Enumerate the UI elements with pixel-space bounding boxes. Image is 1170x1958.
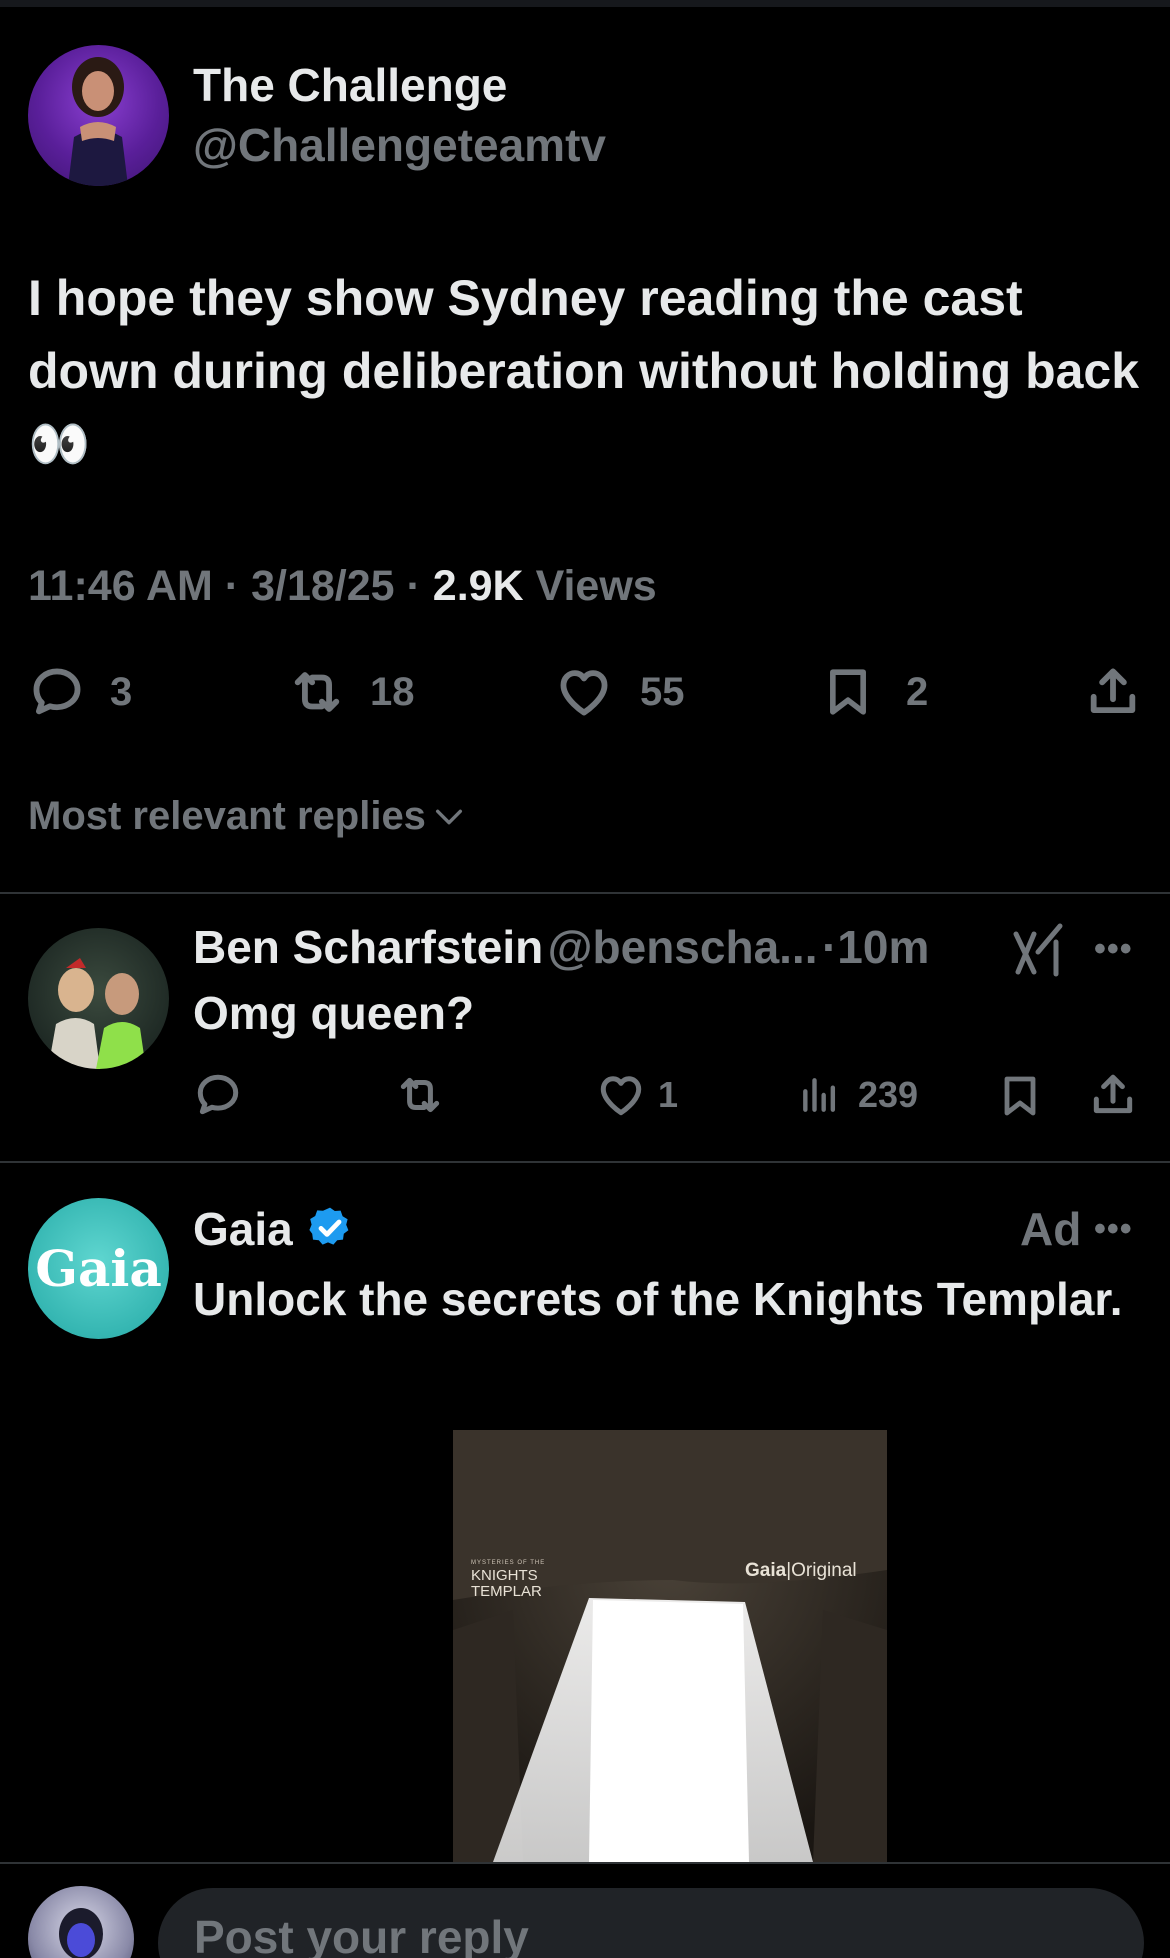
reply-bookmark-button[interactable] xyxy=(996,1070,1044,1122)
reply-text: Omg queen? xyxy=(193,987,475,1039)
bookmark-count: 2 xyxy=(906,669,929,714)
ad-more-icon[interactable]: ••• xyxy=(1094,1210,1133,1249)
reply-header: Ben Scharfstein @benscha... ·10m xyxy=(193,920,929,974)
author-handle[interactable]: @Challengeteamtv xyxy=(193,118,606,172)
analytics-icon xyxy=(803,1078,836,1112)
divider xyxy=(0,892,1170,894)
reply-icon xyxy=(33,668,81,715)
composer-divider xyxy=(0,1862,1170,1864)
tweet-date: 3/18/25 xyxy=(251,562,395,610)
reply-author-avatar[interactable] xyxy=(28,928,169,1069)
bookmark-icon xyxy=(1004,1076,1036,1116)
verified-badge-icon xyxy=(309,1207,349,1245)
tweet-time: 11:46 AM xyxy=(28,562,213,610)
ad-image-small-title: MYSTERIES OF THE xyxy=(471,1560,546,1566)
ad-author-name[interactable]: Gaia xyxy=(193,1202,293,1256)
tweet-text: I hope they show Sydney reading the cast… xyxy=(28,270,1140,472)
bookmark-button[interactable]: 2 xyxy=(820,662,928,722)
reply-composer-input[interactable]: Post your reply xyxy=(158,1888,1144,1958)
views-label[interactable]: Views xyxy=(536,562,657,610)
heart-icon xyxy=(560,670,608,716)
reply-views-button[interactable]: 239 xyxy=(798,1070,918,1120)
meta-separator: · xyxy=(406,562,433,610)
repost-icon xyxy=(400,1077,440,1113)
repost-icon xyxy=(294,672,340,712)
reply-share-button[interactable] xyxy=(1088,1070,1138,1120)
reply-icon xyxy=(197,1074,239,1115)
top-divider xyxy=(0,0,1170,7)
ad-image-brand: Gaia|Original xyxy=(745,1560,857,1582)
reply-views-count: 239 xyxy=(858,1074,919,1115)
share-icon xyxy=(1093,1074,1133,1114)
author-name[interactable]: The Challenge xyxy=(193,58,507,112)
views-count: 2.9K xyxy=(432,562,524,610)
author-avatar[interactable] xyxy=(28,45,169,186)
reply-time[interactable]: 10m xyxy=(837,921,929,973)
ad-image-brand-suffix: Original xyxy=(791,1560,857,1581)
repost-count: 18 xyxy=(370,669,415,714)
repost-button[interactable]: 18 xyxy=(284,662,415,722)
share-icon xyxy=(1090,668,1136,714)
reply-reply-button[interactable] xyxy=(193,1070,243,1120)
sort-label: Most relevant replies xyxy=(28,794,426,838)
ad-avatar-text: Gaia xyxy=(35,1239,162,1298)
divider xyxy=(0,1161,1170,1163)
ad-author-avatar[interactable]: Gaia xyxy=(28,1198,169,1339)
ad-image-title: KNIGHTS TEMPLAR xyxy=(471,1567,542,1600)
tweet-meta: 11:46 AM · 3/18/25 · 2.9K Views xyxy=(28,562,657,611)
reply-author-handle[interactable]: @benscha... xyxy=(548,921,818,973)
reply-like-count: 1 xyxy=(658,1074,679,1115)
ad-label: Ad xyxy=(1020,1203,1082,1255)
grok-icon[interactable] xyxy=(1012,922,1066,978)
reply-like-button[interactable]: 1 xyxy=(596,1070,678,1120)
like-count: 55 xyxy=(640,669,685,714)
reply-button[interactable]: 3 xyxy=(28,662,132,722)
reply-author-name[interactable]: Ben Scharfstein xyxy=(193,921,543,973)
reply-repost-button[interactable] xyxy=(392,1070,448,1120)
reply-dot: · xyxy=(821,921,838,973)
chevron-down-icon xyxy=(435,809,462,824)
reply-more-icon[interactable]: ••• xyxy=(1094,930,1133,969)
sort-replies-dropdown[interactable]: Most relevant replies xyxy=(28,794,466,839)
composer-placeholder: Post your reply xyxy=(194,1911,529,1958)
ad-media-image[interactable]: MYSTERIES OF THE KNIGHTS TEMPLAR Gaia|Or… xyxy=(453,1430,887,1862)
meta-separator: · xyxy=(224,562,252,610)
ad-text: Unlock the secrets of the Knights Templa… xyxy=(193,1273,1123,1325)
like-button[interactable]: 55 xyxy=(554,662,685,722)
my-avatar[interactable] xyxy=(28,1886,134,1958)
ad-image-brand-name: Gaia xyxy=(745,1560,787,1581)
bookmark-icon xyxy=(830,669,866,715)
reply-count: 3 xyxy=(110,669,133,714)
share-button[interactable] xyxy=(1084,662,1142,722)
heart-icon xyxy=(600,1076,642,1116)
